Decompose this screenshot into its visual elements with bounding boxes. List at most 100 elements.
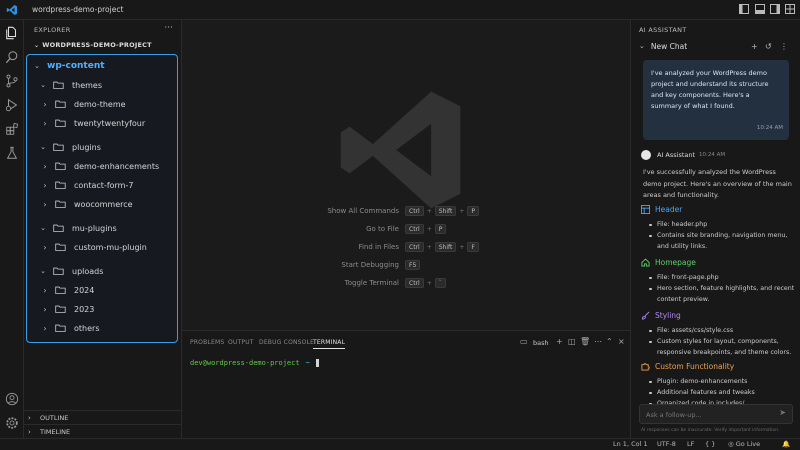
folder-open-icon	[53, 81, 64, 89]
chevron-down-icon: ⌄	[40, 224, 46, 232]
tab-output[interactable]: OUTPUT	[228, 339, 254, 346]
prompt-user: dev@wordpress-demo-project	[190, 359, 300, 367]
extensions-icon[interactable]	[5, 122, 19, 136]
tab-terminal[interactable]: TERMINAL	[313, 339, 346, 349]
folder-label: others	[74, 323, 100, 333]
language-mode[interactable]: { }	[705, 440, 715, 448]
title-bar: wordpress-demo-project	[0, 0, 800, 20]
shortcut-label: Go to File	[366, 225, 399, 233]
vscode-logo-icon	[6, 4, 18, 16]
chat-selector[interactable]: ⌄ New Chat + ↺ ⋮	[639, 38, 793, 54]
tree-folder-2023[interactable]: › 2023	[41, 300, 94, 318]
notifications-icon[interactable]: 🔔	[782, 440, 790, 448]
close-panel-icon[interactable]: ×	[618, 337, 625, 346]
project-name: WORDPRESS-DEMO-PROJECT	[42, 41, 152, 49]
terminal-icon: ▭	[520, 337, 528, 346]
toggle-panel-icon[interactable]	[754, 4, 766, 16]
tree-folder-contact-form-7[interactable]: › contact-form-7	[41, 176, 133, 194]
bullet-item: File: header.php	[647, 219, 795, 230]
keyboard-key: Shift	[434, 242, 457, 252]
tree-folder-demo-theme[interactable]: › demo-theme	[41, 95, 126, 113]
run-debug-icon[interactable]	[5, 98, 19, 112]
history-icon[interactable]: ↺	[765, 42, 772, 51]
explorer-sidebar: EXPLORER ··· ⌄ WORDPRESS-DEMO-PROJECT ⌄ w…	[24, 20, 182, 438]
user-message-time: 10:24 AM	[756, 125, 783, 131]
explorer-heading: EXPLORER	[34, 26, 71, 34]
tree-folder-2024[interactable]: › 2024	[41, 281, 94, 299]
new-terminal-icon[interactable]: +	[556, 337, 563, 346]
account-icon[interactable]	[5, 392, 19, 406]
prompt-symbol: ~	[305, 359, 310, 367]
bottom-panel: PROBLEMS OUTPUT DEBUG CONSOLE TERMINAL ▭…	[182, 330, 630, 438]
encoding[interactable]: UTF-8	[657, 440, 676, 448]
home-icon	[641, 258, 650, 267]
toggle-secondary-sidebar-icon[interactable]	[769, 4, 781, 16]
shell-name[interactable]: bash	[533, 339, 549, 347]
bullet-item: File: front-page.php	[647, 272, 795, 283]
tree-folder-mu-plugins[interactable]: ⌄ mu-plugins	[39, 219, 117, 237]
terminal-cursor	[315, 359, 319, 367]
customize-layout-icon[interactable]	[784, 4, 796, 16]
tree-folder-themes[interactable]: ⌄ themes	[39, 76, 102, 94]
layout-icon	[641, 205, 650, 214]
explorer-icon[interactable]	[5, 26, 19, 40]
brush-icon	[641, 311, 650, 320]
tree-folder-custom-mu-plugin[interactable]: › custom-mu-plugin	[41, 238, 146, 256]
more-actions-icon[interactable]: ⋯	[594, 337, 602, 346]
chat-title: New Chat	[650, 41, 688, 51]
maximize-panel-icon[interactable]: ⌃	[606, 337, 613, 346]
key-separator: +	[426, 207, 432, 215]
shortcut-hint: Go to File Ctrl + P	[282, 223, 542, 235]
project-heading[interactable]: ⌄ WORDPRESS-DEMO-PROJECT	[34, 41, 152, 49]
split-terminal-icon[interactable]: ◫	[568, 337, 576, 346]
testing-icon[interactable]	[5, 146, 19, 160]
key-separator: +	[426, 243, 432, 251]
chevron-right-icon: ›	[43, 323, 47, 333]
outline-label: OUTLINE	[40, 413, 69, 422]
tree-folder-uploads[interactable]: ⌄ uploads	[39, 262, 103, 280]
new-chat-icon[interactable]: +	[751, 42, 758, 51]
send-icon[interactable]: ➤	[779, 408, 786, 417]
tree-folder-plugins[interactable]: ⌄ plugins	[39, 138, 101, 156]
chevron-right-icon: ›	[43, 180, 47, 190]
followup-input[interactable]	[646, 408, 766, 421]
status-bar: Ln 1, Col 1 UTF-8 LF { } ◎ Go Live 🔔	[0, 438, 800, 450]
ai-section-bullets: File: front-page.php Hero section, featur…	[647, 272, 795, 305]
go-live-button[interactable]: ◎ Go Live	[728, 440, 760, 448]
settings-icon[interactable]	[5, 416, 19, 430]
cursor-position[interactable]: Ln 1, Col 1	[613, 440, 648, 448]
line-ending[interactable]: LF	[687, 440, 694, 448]
folder-label: demo-enhancements	[74, 161, 160, 171]
editor-area[interactable]: Show All Commands Ctrl + Shift + P Go to File C…	[182, 20, 630, 330]
folder-label: uploads	[72, 266, 104, 276]
terminal-prompt[interactable]: dev@wordpress-demo-project ~	[190, 359, 319, 367]
tab-problems[interactable]: PROBLEMS	[190, 339, 224, 346]
key-separator: +	[426, 279, 432, 287]
folder-label: twentytwentyfour	[74, 118, 146, 128]
puzzle-icon	[641, 363, 650, 371]
timeline-section[interactable]: › TIMELINE	[24, 424, 182, 438]
trash-icon[interactable]: 🗑	[580, 337, 590, 346]
outline-section[interactable]: › OUTLINE	[24, 410, 182, 424]
chevron-down-icon: ⌄	[34, 62, 40, 70]
chevron-right-icon: ›	[43, 118, 47, 128]
source-control-icon[interactable]	[5, 74, 19, 88]
go-live-label: Go Live	[735, 440, 761, 448]
tab-debug-console[interactable]: DEBUG CONSOLE	[259, 339, 314, 346]
tree-folder-woocommerce[interactable]: › woocommerce	[41, 195, 132, 213]
folder-icon	[55, 181, 66, 189]
tree-folder-twentytwentyfour[interactable]: › twentytwentyfour	[41, 114, 145, 132]
search-icon[interactable]	[5, 50, 19, 64]
tree-folder-demo-enhancements[interactable]: › demo-enhancements	[41, 157, 159, 175]
chevron-right-icon: ›	[43, 199, 47, 209]
toggle-primary-sidebar-icon[interactable]	[738, 4, 750, 16]
explorer-more-button[interactable]: ···	[164, 23, 173, 33]
folder-label: demo-theme	[74, 99, 126, 109]
tree-folder-others[interactable]: › others	[41, 319, 99, 337]
more-actions-icon[interactable]: ⋮	[780, 42, 788, 51]
vscode-watermark-icon	[332, 80, 472, 220]
tree-root-wp-content[interactable]: ⌄ wp-content	[33, 57, 104, 75]
broadcast-icon: ◎	[728, 440, 734, 448]
ai-section-title: Styling	[641, 311, 681, 320]
folder-icon	[55, 243, 66, 251]
